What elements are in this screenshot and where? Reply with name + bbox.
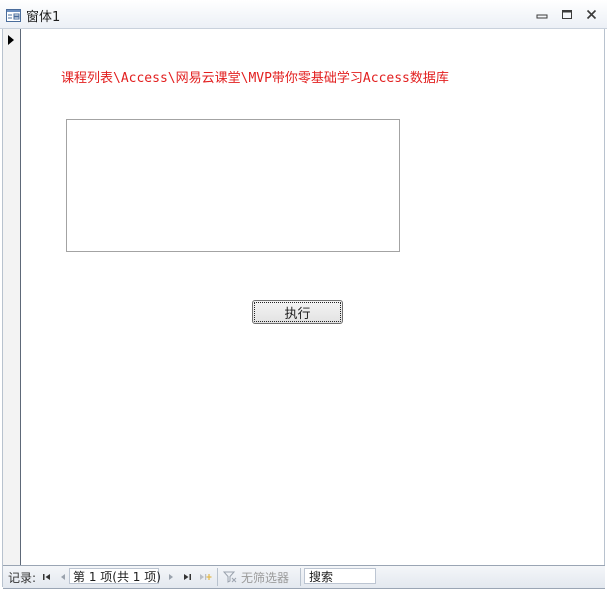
title-bar[interactable]: 窗体1	[0, 0, 607, 29]
search-input[interactable]: 搜索	[304, 568, 376, 584]
execute-button[interactable]: 执行	[252, 300, 343, 324]
filter-indicator[interactable]: 无筛选器	[223, 569, 289, 585]
window-title: 窗体1	[26, 10, 61, 25]
current-record-icon	[7, 31, 15, 45]
window-frame-right	[604, 29, 605, 565]
nav-separator	[300, 568, 301, 586]
record-label: 记录:	[8, 570, 37, 585]
last-record-icon[interactable]	[181, 569, 193, 585]
restore-icon[interactable]	[559, 7, 575, 21]
previous-record-icon[interactable]	[58, 569, 68, 585]
next-record-icon[interactable]	[166, 569, 176, 585]
filter-status: 无筛选器	[241, 570, 290, 585]
form-icon	[6, 7, 21, 22]
text-box[interactable]	[66, 119, 400, 252]
current-record-field[interactable]: 第 1 项(共 1 项)	[69, 568, 161, 584]
record-selector[interactable]	[3, 29, 21, 565]
first-record-icon[interactable]	[41, 569, 53, 585]
record-navigation-bar: 记录: 第 1 项(共 1 项) 无筛选器 搜索	[3, 565, 605, 589]
nav-separator	[217, 568, 218, 586]
filter-icon	[223, 571, 237, 583]
new-record-icon[interactable]	[198, 569, 212, 585]
minimize-icon[interactable]	[534, 7, 550, 21]
close-icon[interactable]	[583, 7, 599, 21]
form-window: 窗体1 课程列表\Access\网易云课堂\MVP带你零基础学习Access数据…	[0, 0, 607, 590]
path-label: 课程列表\Access\网易云课堂\MVP带你零基础学习Access数据库	[61, 71, 449, 86]
